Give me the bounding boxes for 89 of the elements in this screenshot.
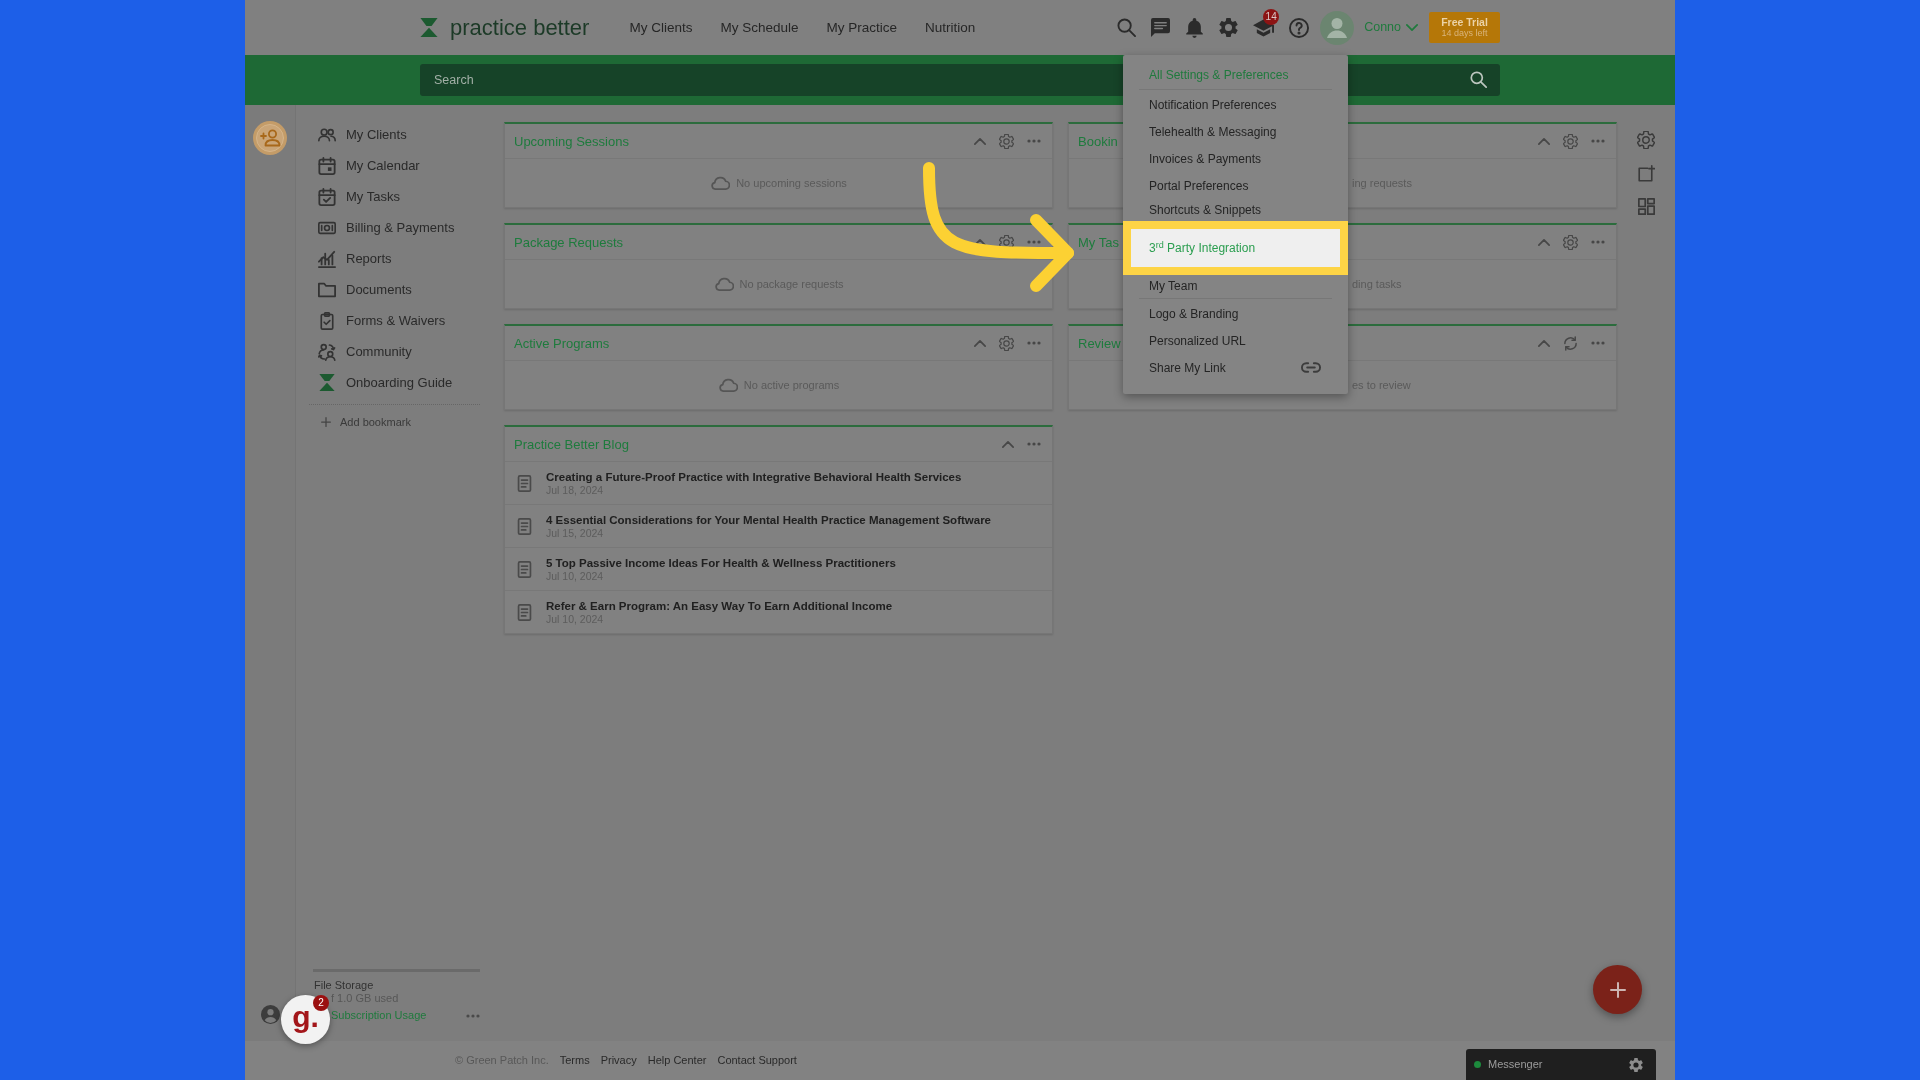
search-icon[interactable]	[1117, 18, 1137, 37]
dashboard-icon[interactable]	[1637, 198, 1655, 215]
widget-title: Package Requests	[514, 235, 624, 249]
more-icon[interactable]	[1027, 139, 1041, 143]
cloud-icon	[717, 378, 738, 392]
settings-icon[interactable]	[1629, 1057, 1643, 1072]
add-button[interactable]	[1593, 965, 1642, 1014]
sidebar-item[interactable]: Documents	[296, 274, 490, 305]
logo-text: practice better	[450, 16, 590, 39]
chevron-up-icon[interactable]	[974, 238, 986, 246]
widget-title: Bookin	[1078, 134, 1118, 148]
search-icon[interactable]	[1470, 71, 1487, 88]
bell-icon[interactable]	[1185, 17, 1205, 38]
menu-item[interactable]: Telehealth & Messaging	[1149, 125, 1277, 138]
more-icon[interactable]	[1027, 341, 1041, 345]
nav-link[interactable]: My Practice	[826, 20, 897, 35]
more-icon[interactable]	[1027, 240, 1041, 244]
more-icon[interactable]	[1591, 139, 1605, 143]
document-icon	[517, 603, 532, 621]
notification-badge: 2	[313, 995, 329, 1011]
nav-link[interactable]: My Schedule	[720, 20, 799, 35]
folder-icon	[318, 280, 336, 299]
menu-item[interactable]: Logo & Branding	[1149, 307, 1239, 320]
more-icon[interactable]	[1591, 240, 1605, 244]
document-icon	[517, 560, 532, 578]
menu-item[interactable]: Notification Preferences	[1149, 98, 1277, 111]
widget-title: My Tas	[1078, 235, 1119, 249]
chat-icon[interactable]	[1151, 18, 1171, 37]
avatar-icon[interactable]	[1320, 10, 1355, 45]
footer-link[interactable]: Contact Support	[717, 1052, 797, 1069]
account-icon[interactable]	[260, 1005, 280, 1024]
sidebar-item[interactable]: My Tasks	[296, 181, 490, 212]
widget-title: Upcoming Sessions	[514, 134, 629, 148]
refresh-icon[interactable]	[1563, 335, 1578, 351]
add-person-icon[interactable]	[253, 121, 287, 155]
menu-item[interactable]: My Team	[1149, 280, 1198, 292]
link-icon	[1301, 362, 1321, 373]
document-icon	[517, 517, 532, 535]
group-icon	[318, 342, 336, 361]
widget-title: Active Programs	[514, 336, 610, 350]
menu-item[interactable]: Share My Link	[1149, 361, 1226, 374]
menu-item[interactable]: 3$^{rd}$ Party Integration	[1123, 221, 1348, 275]
nav-link[interactable]: Nutrition	[925, 20, 976, 35]
sidebar-item[interactable]: Onboarding Guide	[296, 367, 490, 398]
footer-link[interactable]: Help Center	[647, 1052, 707, 1069]
sidebar-item[interactable]: Forms & Waivers	[296, 305, 490, 336]
sidebar-item[interactable]: My Clients	[296, 119, 490, 150]
add-box-icon[interactable]	[1637, 165, 1655, 182]
calendar-icon	[318, 156, 336, 175]
more-icon[interactable]	[1591, 341, 1605, 345]
settings-icon[interactable]	[1637, 131, 1655, 149]
add-bookmark-link[interactable]: Add bookmark	[296, 413, 490, 431]
storage-title: File Storage	[314, 979, 374, 992]
widget-title: Review	[1078, 336, 1121, 350]
post-title[interactable]: 4 Essential Considerations for Your Mental Health Practice Management Software	[546, 512, 991, 527]
menu-item[interactable]: Invoices & Payments	[1149, 152, 1262, 165]
messenger-bar[interactable]: Messenger	[1466, 1049, 1656, 1080]
widget-title: Practice Better Blog	[514, 437, 629, 451]
sidebar-item[interactable]: My Calendar	[296, 150, 490, 181]
post-title[interactable]: 5 Top Passive Income Ideas For Health & Wellness Practitioners	[546, 555, 896, 570]
calendar-check-icon	[318, 187, 336, 206]
hourglass-logo-icon	[420, 18, 438, 37]
cloud-icon	[710, 176, 731, 190]
messenger-label: Messenger	[1488, 1057, 1543, 1073]
footer-link[interactable]: Privacy	[600, 1052, 637, 1069]
settings-icon[interactable]	[1219, 18, 1239, 37]
help-icon[interactable]	[1289, 17, 1310, 38]
plus-icon	[321, 417, 331, 427]
footer-link[interactable]: Terms	[559, 1052, 590, 1069]
free-trial-button[interactable]: Free Trial 14 days left	[1429, 12, 1500, 43]
chevron-down-icon[interactable]	[1406, 24, 1418, 31]
document-icon	[517, 474, 532, 492]
sidebar-item[interactable]: Billing & Payments	[296, 212, 490, 243]
more-icon[interactable]	[1027, 442, 1041, 446]
sidebar-item[interactable]: Community	[296, 336, 490, 367]
chart-icon	[318, 249, 336, 268]
hourglass-icon	[319, 374, 335, 391]
menu-item[interactable]: Personalized URL	[1149, 334, 1246, 347]
nav-link[interactable]: My Clients	[629, 20, 693, 35]
plus-icon	[1609, 981, 1626, 998]
cloud-icon	[713, 277, 734, 291]
notification-badge: 14	[1263, 8, 1280, 25]
more-icon[interactable]	[466, 1013, 480, 1018]
post-title[interactable]: Refer & Earn Program: An Easy Way To Earn Additional Income	[546, 598, 893, 613]
post-title[interactable]: Creating a Future-Proof Practice with Integrative Behavioral Health Services	[546, 469, 962, 484]
menu-item[interactable]: Shortcuts & Snippets	[1149, 204, 1262, 216]
sidebar-item[interactable]: Reports	[296, 243, 490, 274]
clipboard-check-icon	[318, 311, 336, 330]
menu-item[interactable]: Portal Preferences	[1149, 179, 1249, 192]
